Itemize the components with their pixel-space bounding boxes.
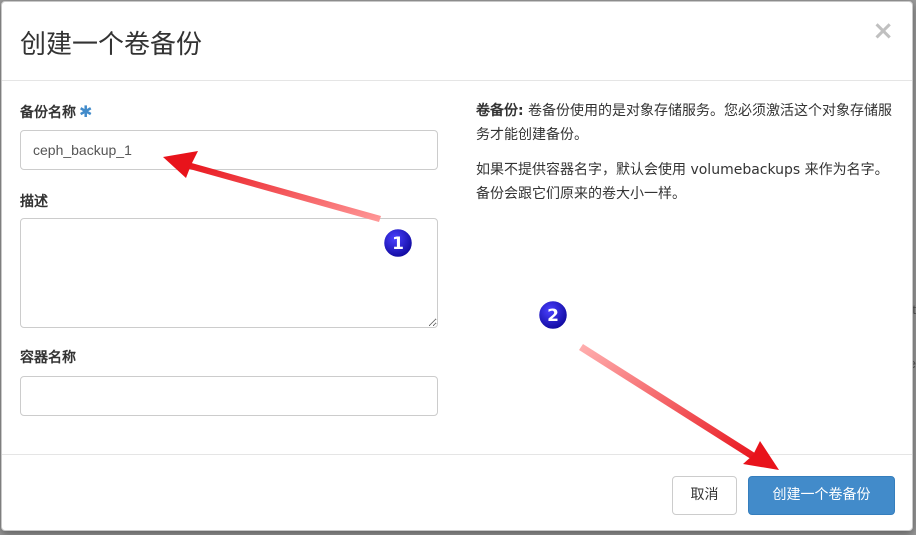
description-label: 描述 bbox=[20, 194, 48, 210]
help-text-heading: 卷备份: bbox=[476, 103, 524, 119]
container-name-label: 容器名称 bbox=[20, 350, 76, 366]
description-textarea[interactable] bbox=[20, 218, 438, 328]
close-icon[interactable]: × bbox=[872, 18, 894, 44]
help-text-container-default: 如果不提供容器名字，默认会使用 volumebackups 来作为名字。备份会跟… bbox=[476, 162, 889, 202]
dialog-footer: 取消 创建一个卷备份 bbox=[2, 454, 912, 532]
dialog-title: 创建一个卷备份 bbox=[20, 30, 203, 60]
cancel-button[interactable]: 取消 bbox=[672, 476, 737, 515]
create-volume-backup-dialog: 创建一个卷备份 × 备份名称✱ 描述 容器名称 卷备份: 卷备份使用的是对象存储… bbox=[1, 1, 913, 531]
dialog-header: 创建一个卷备份 × bbox=[2, 2, 912, 81]
backup-name-input[interactable] bbox=[20, 130, 438, 170]
create-backup-button[interactable]: 创建一个卷备份 bbox=[748, 476, 895, 515]
required-icon: ✱ bbox=[79, 102, 93, 121]
backup-name-label: 备份名称 ✱ bbox=[20, 102, 92, 122]
backup-name-label-text: 备份名称 bbox=[20, 105, 76, 121]
help-text-object-storage: 卷备份: 卷备份使用的是对象存储服务。您必须激活这个对象存储服务才能创建备份。 bbox=[476, 99, 896, 147]
help-text-body: 卷备份使用的是对象存储服务。您必须激活这个对象存储服务才能创建备份。 bbox=[476, 103, 893, 143]
container-name-input[interactable] bbox=[20, 376, 438, 416]
